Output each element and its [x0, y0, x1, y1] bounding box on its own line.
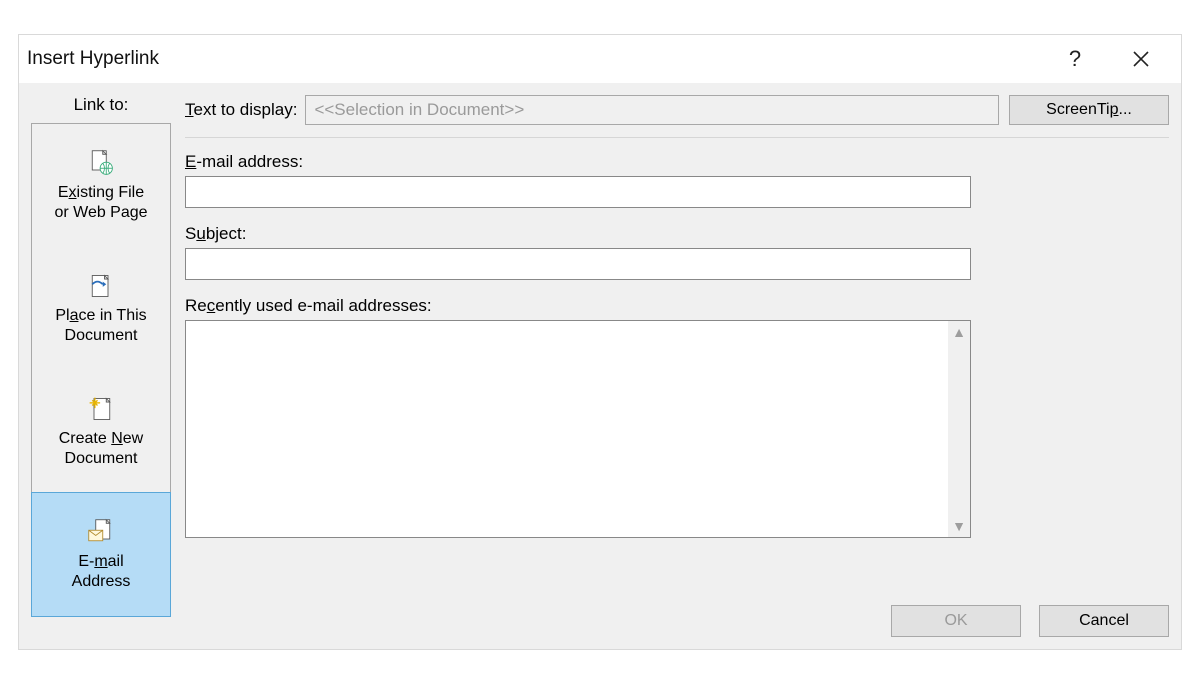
- titlebar: Insert Hyperlink ?: [19, 35, 1181, 83]
- sidebar-item-email-address[interactable]: E-mail Address: [31, 492, 171, 617]
- ok-button: OK: [891, 605, 1021, 637]
- main-panel: Text to display: ScreenTip... E-mail add…: [185, 95, 1169, 637]
- divider: [185, 137, 1169, 138]
- sidebar-item-place-in-document[interactable]: Place in This Document: [32, 247, 170, 370]
- insert-hyperlink-dialog: Insert Hyperlink ? Link to:: [18, 34, 1182, 650]
- email-document-icon: [87, 518, 115, 546]
- text-to-display-input: [305, 95, 999, 125]
- help-icon[interactable]: ?: [1059, 43, 1091, 75]
- text-to-display-label: Text to display:: [185, 100, 297, 120]
- text-to-display-row: Text to display: ScreenTip...: [185, 95, 1169, 125]
- window-controls: ?: [1059, 35, 1175, 83]
- subject-label: Subject:: [185, 224, 971, 244]
- screentip-button[interactable]: ScreenTip...: [1009, 95, 1169, 125]
- scrollbar[interactable]: ▲ ▼: [948, 321, 970, 537]
- email-address-input[interactable]: [185, 176, 971, 208]
- linkto-sidebar: Link to: Existing File or Web Page: [31, 95, 171, 637]
- sidebar-item-label: Create New Document: [59, 429, 143, 467]
- scroll-down-icon[interactable]: ▼: [952, 519, 966, 533]
- recent-emails-listbox[interactable]: ▲ ▼: [185, 320, 971, 538]
- sidebar-item-create-new-document[interactable]: Create New Document: [32, 370, 170, 493]
- document-place-icon: [87, 272, 115, 300]
- sidebar-item-label: E-mail Address: [72, 552, 131, 590]
- dialog-body: Link to: Existing File or Web Page: [19, 83, 1181, 649]
- close-icon[interactable]: [1125, 43, 1157, 75]
- sidebar-item-label: Place in This Document: [55, 306, 146, 344]
- dialog-title: Insert Hyperlink: [27, 48, 159, 70]
- email-address-label: E-mail address:: [185, 152, 971, 172]
- subject-input[interactable]: [185, 248, 971, 280]
- sidebar-item-existing-file[interactable]: Existing File or Web Page: [32, 124, 170, 247]
- dialog-footer: OK Cancel: [185, 593, 1169, 637]
- scroll-up-icon[interactable]: ▲: [952, 325, 966, 339]
- file-web-icon: [87, 149, 115, 177]
- linkto-label: Link to:: [31, 95, 171, 115]
- recent-emails-label: Recently used e-mail addresses:: [185, 296, 971, 316]
- new-document-icon: [87, 395, 115, 423]
- sidebar-item-label: Existing File or Web Page: [54, 183, 147, 221]
- help-glyph: ?: [1069, 46, 1081, 72]
- linkto-list: Existing File or Web Page Place in This …: [31, 123, 171, 617]
- cancel-button[interactable]: Cancel: [1039, 605, 1169, 637]
- email-form: E-mail address: Subject: Recently used e…: [185, 152, 971, 538]
